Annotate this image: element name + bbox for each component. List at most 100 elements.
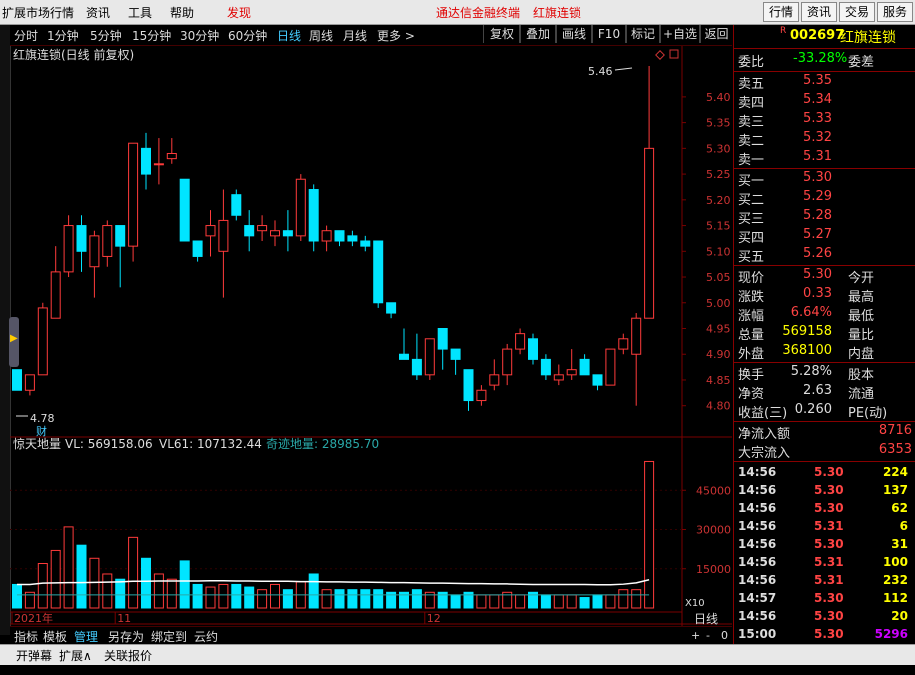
period-tab[interactable]: 周线 xyxy=(309,27,333,44)
candle-body xyxy=(192,240,203,257)
price-axis-tick: 5.40 xyxy=(706,91,731,104)
adjust-button[interactable]: 复权 xyxy=(483,25,521,43)
volume-bar xyxy=(218,583,229,609)
low-label: 4.78 xyxy=(30,412,55,425)
volume-bar xyxy=(231,583,242,609)
tab-template[interactable]: 模板 xyxy=(43,628,67,645)
add-watchlist-button[interactable]: +自选 xyxy=(659,25,701,43)
window-stock-name: 红旗连锁 xyxy=(533,6,582,20)
diamond-icon xyxy=(655,50,665,60)
volume-bar xyxy=(476,594,487,609)
tick-row: 14:56 5.31 6 xyxy=(738,519,908,533)
candle-body xyxy=(450,348,461,360)
tab-indicator[interactable]: 指标 xyxy=(14,628,38,645)
volume-bar xyxy=(63,526,74,609)
period-tab[interactable]: 15分钟 xyxy=(132,27,171,44)
price-axis-tick: 4.95 xyxy=(706,323,731,336)
volume-bar xyxy=(128,536,139,609)
candle-body xyxy=(153,163,164,166)
period-tab[interactable]: 月线 xyxy=(343,27,367,44)
candle-body xyxy=(644,147,655,319)
bid-level: 买三 5.28 xyxy=(738,208,832,227)
related-quote-button[interactable]: 关联报价 xyxy=(104,647,152,664)
candle-body xyxy=(141,147,151,175)
period-tab-daily[interactable]: 日线 xyxy=(277,27,301,44)
volume-bar xyxy=(605,594,616,609)
tab-save-as[interactable]: 另存为 xyxy=(108,628,144,645)
candle-body xyxy=(308,189,319,242)
candle-body xyxy=(386,302,397,314)
quote-button[interactable]: 行情 xyxy=(763,2,799,22)
candle-body xyxy=(399,353,409,360)
volume-bar xyxy=(515,594,526,609)
overlay-button[interactable]: 叠加 xyxy=(519,25,557,43)
ask-level: 卖四 5.34 xyxy=(738,92,832,111)
candle-body xyxy=(579,358,590,376)
news-button[interactable]: 资讯 xyxy=(801,2,837,22)
period-label: 日线 xyxy=(694,612,718,626)
kline-chart[interactable]: 5.40 5.35 5.30 5.25 5.20 5.15 5.10 5.05 5.00 4.95… xyxy=(10,46,732,626)
draw-button[interactable]: 画线 xyxy=(555,25,593,43)
candle-body xyxy=(128,142,139,247)
stock-name: 红旗连锁 xyxy=(840,30,896,46)
service-button[interactable]: 服务 xyxy=(877,2,913,22)
money-flow-row: 净流入额 8716 xyxy=(738,423,912,442)
zoom-in-button[interactable]: + xyxy=(691,629,700,642)
stock-code: 002697 xyxy=(790,28,845,43)
tab-manage[interactable]: 管理 xyxy=(74,628,98,645)
candle-body xyxy=(373,240,384,304)
volume-bar xyxy=(540,594,551,609)
high-label: 5.46 xyxy=(588,65,613,78)
volume-bar xyxy=(411,589,422,609)
ask-level: 卖二 5.32 xyxy=(738,130,832,149)
mark-button[interactable]: 标记 xyxy=(625,25,661,43)
scale-marker: X10 xyxy=(685,598,705,609)
period-tab[interactable]: 分时 xyxy=(14,27,38,44)
tab-bind[interactable]: 绑定到 xyxy=(151,628,187,645)
volume-bar xyxy=(205,586,216,609)
finance-marker[interactable]: 财 xyxy=(36,424,47,438)
candle-body xyxy=(257,225,268,232)
ask-level: 卖三 5.33 xyxy=(738,111,832,130)
reset-button[interactable]: 0 xyxy=(721,629,728,642)
period-tab[interactable]: 60分钟 xyxy=(228,27,267,44)
menu-market[interactable]: 扩展市场行情 xyxy=(2,4,74,21)
candle-body xyxy=(592,374,603,386)
period-tab[interactable]: 30分钟 xyxy=(180,27,219,44)
menu-discover[interactable]: 发现 xyxy=(227,4,251,21)
menu-help[interactable]: 帮助 xyxy=(170,4,194,21)
candle-body xyxy=(334,230,345,242)
menu-info[interactable]: 资讯 xyxy=(86,4,110,21)
candle-body xyxy=(566,369,577,376)
zoom-out-button[interactable]: - xyxy=(706,629,710,642)
quote-stat-row: 净资 2.63 流通 xyxy=(738,383,875,402)
volume-title: 惊天地量 xyxy=(13,436,61,451)
volume-bar xyxy=(270,583,280,609)
danmaku-toggle[interactable]: 开弹幕 xyxy=(16,647,52,664)
candle-body xyxy=(63,225,74,273)
tick-row: 14:56 5.31 232 xyxy=(738,573,908,587)
volume-bar xyxy=(37,563,48,609)
price-axis-tick: 4.80 xyxy=(706,400,731,413)
menu-tools[interactable]: 工具 xyxy=(128,4,152,21)
vl-value: VL: 569158.06 xyxy=(65,437,153,451)
trade-button[interactable]: 交易 xyxy=(839,2,875,22)
period-more[interactable]: 更多 > xyxy=(377,27,415,44)
volume-bar xyxy=(12,583,22,609)
vl61-value: VL61: 107132.44 xyxy=(159,437,262,451)
period-tab[interactable]: 1分钟 xyxy=(47,27,79,44)
candle-body xyxy=(631,317,642,355)
tick-row: 14:56 5.30 20 xyxy=(738,609,908,623)
volume-bar xyxy=(489,594,500,609)
volume-bar xyxy=(631,589,642,609)
bid-level: 买一 5.30 xyxy=(738,170,832,189)
f10-button[interactable]: F10 xyxy=(591,25,627,43)
indicator-tabs: 指标 模板 管理 另存为 绑定到 云约 + - 0 xyxy=(10,626,732,645)
expand-toggle[interactable]: 扩展∧ xyxy=(59,647,92,664)
candle-body xyxy=(115,225,126,247)
candle-body xyxy=(553,374,564,381)
quote-stat-row: 外盘 368100 内盘 xyxy=(738,343,875,362)
tab-cloud[interactable]: 云约 xyxy=(194,628,218,645)
period-tab[interactable]: 5分钟 xyxy=(90,27,122,44)
back-button[interactable]: 返回 xyxy=(699,25,734,43)
